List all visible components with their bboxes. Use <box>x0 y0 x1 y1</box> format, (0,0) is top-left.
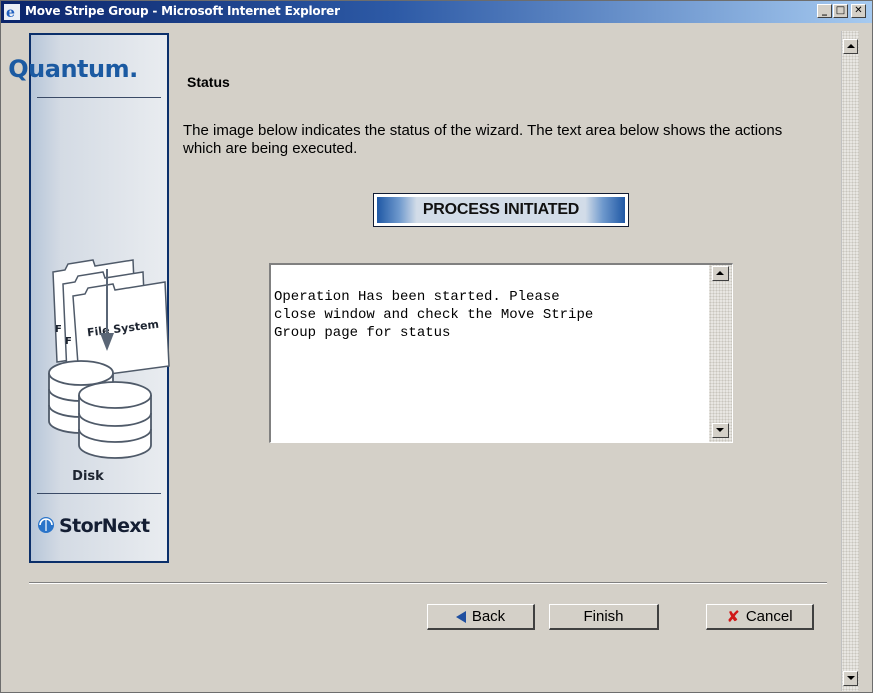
disk-label: Disk <box>72 469 104 484</box>
svg-text:F: F <box>65 336 72 347</box>
arrow-left-icon <box>455 610 466 623</box>
chevron-down-icon <box>716 428 724 432</box>
finish-button-label: Finish <box>583 608 624 625</box>
stornext-logo: StorNext <box>37 515 150 537</box>
close-x-icon: ✘ <box>726 607 740 626</box>
stornext-globe-icon <box>38 517 54 533</box>
back-button-label: Back <box>471 608 506 625</box>
back-button[interactable]: Back <box>427 604 535 630</box>
stornext-text: StorNext <box>59 515 150 537</box>
arrow-down-icon <box>100 333 114 351</box>
chevron-up-icon <box>716 271 724 275</box>
scroll-up-button[interactable] <box>843 39 858 54</box>
scroll-down-button[interactable] <box>843 671 858 686</box>
svg-text:e: e <box>6 5 15 20</box>
action-log-text: Operation Has been started. Please close… <box>274 289 594 341</box>
cancel-button-label: Cancel <box>745 608 793 625</box>
minimize-icon: _ <box>822 5 827 16</box>
page-scrollbar[interactable] <box>841 31 859 691</box>
log-scrollbar[interactable] <box>709 265 732 442</box>
page-title: Status <box>187 74 230 90</box>
finish-button[interactable]: Finish <box>549 604 659 630</box>
window-title: Move Stripe Group - Microsoft Internet E… <box>25 4 340 18</box>
maximize-icon: □ <box>835 5 846 16</box>
maximize-button[interactable]: □ <box>833 4 848 18</box>
close-button[interactable]: ✕ <box>851 4 866 18</box>
svg-text:F: F <box>55 324 62 335</box>
close-icon: ✕ <box>854 5 863 16</box>
cancel-button[interactable]: ✘ Cancel <box>706 604 814 630</box>
chevron-up-icon <box>847 44 855 48</box>
chevron-down-icon <box>847 676 855 680</box>
internet-explorer-icon: e <box>4 4 20 20</box>
quantum-logo: Quantum. <box>8 55 138 83</box>
divider <box>37 97 161 98</box>
title-bar[interactable]: e Move Stripe Group - Microsoft Internet… <box>1 1 872 23</box>
action-log-textarea[interactable]: Operation Has been started. Please close… <box>269 263 733 443</box>
footer-divider <box>29 582 827 584</box>
status-banner-text: PROCESS INITIATED <box>377 197 625 223</box>
disk-icon <box>48 360 152 459</box>
log-scroll-down-button[interactable] <box>712 423 729 438</box>
divider <box>37 493 161 494</box>
flow-arrow-line <box>106 269 108 339</box>
log-scroll-up-button[interactable] <box>712 266 729 281</box>
browser-window: e Move Stripe Group - Microsoft Internet… <box>0 0 873 693</box>
status-banner: PROCESS INITIATED <box>373 193 629 227</box>
minimize-button[interactable]: _ <box>817 4 832 18</box>
status-description: The image below indicates the status of … <box>183 122 783 157</box>
